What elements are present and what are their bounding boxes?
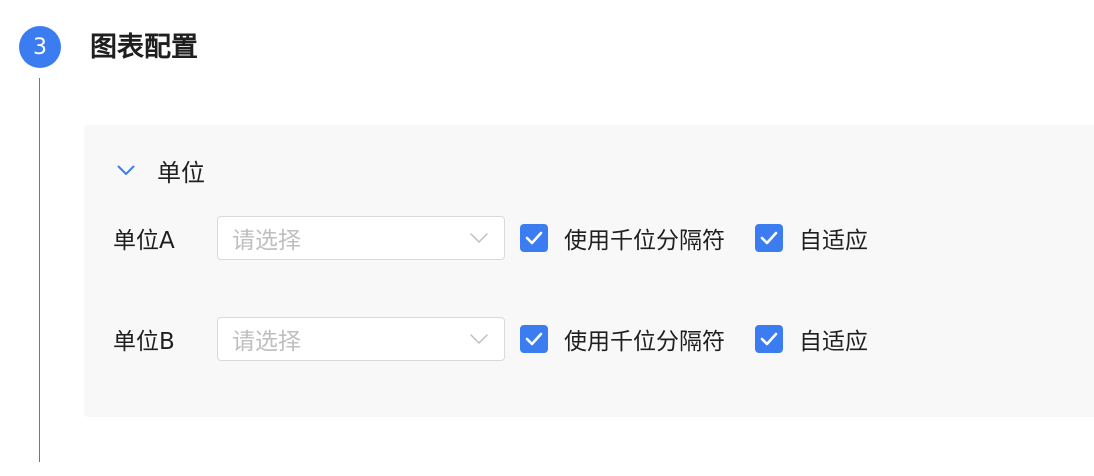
unit-b-adaptive-option[interactable]: 自适应	[755, 322, 868, 356]
unit-a-label: 单位A	[113, 228, 175, 254]
check-icon	[760, 231, 778, 245]
unit-b-adaptive-label: 自适应	[799, 329, 868, 355]
chart-config-step: 3 图表配置 单位 单位A 请选择 使用千位分隔符 自适应 单位B 请选择 使用…	[0, 0, 1094, 476]
step-title: 图表配置	[90, 32, 198, 63]
unit-a-adaptive-option[interactable]: 自适应	[755, 221, 868, 255]
unit-b-thousands-option[interactable]: 使用千位分隔符	[520, 322, 725, 356]
unit-a-thousands-option[interactable]: 使用千位分隔符	[520, 221, 725, 255]
step-number-badge: 3	[19, 26, 61, 68]
unit-a-thousands-checkbox[interactable]	[520, 224, 548, 252]
chevron-down-icon	[468, 227, 490, 249]
step-connector-line	[39, 78, 40, 462]
step-number: 3	[33, 34, 47, 60]
unit-a-select-placeholder: 请选择	[232, 228, 301, 254]
unit-row-b: 单位B 请选择 使用千位分隔符 自适应	[113, 317, 868, 361]
unit-a-select[interactable]: 请选择	[217, 216, 505, 260]
chevron-down-icon[interactable]	[116, 160, 136, 180]
chevron-down-icon	[468, 328, 490, 350]
unit-b-label: 单位B	[113, 329, 175, 355]
unit-section-title: 单位	[157, 158, 205, 187]
check-icon	[760, 332, 778, 346]
unit-b-thousands-label: 使用千位分隔符	[564, 329, 725, 355]
unit-b-select-placeholder: 请选择	[232, 329, 301, 355]
unit-a-thousands-label: 使用千位分隔符	[564, 228, 725, 254]
unit-b-select[interactable]: 请选择	[217, 317, 505, 361]
unit-b-thousands-checkbox[interactable]	[520, 325, 548, 353]
unit-row-a: 单位A 请选择 使用千位分隔符 自适应	[113, 216, 868, 260]
unit-b-adaptive-checkbox[interactable]	[755, 325, 783, 353]
unit-section-toggle[interactable]: 单位	[116, 152, 205, 188]
unit-a-adaptive-checkbox[interactable]	[755, 224, 783, 252]
check-icon	[525, 332, 543, 346]
check-icon	[525, 231, 543, 245]
config-panel	[84, 125, 1094, 417]
unit-a-adaptive-label: 自适应	[799, 228, 868, 254]
